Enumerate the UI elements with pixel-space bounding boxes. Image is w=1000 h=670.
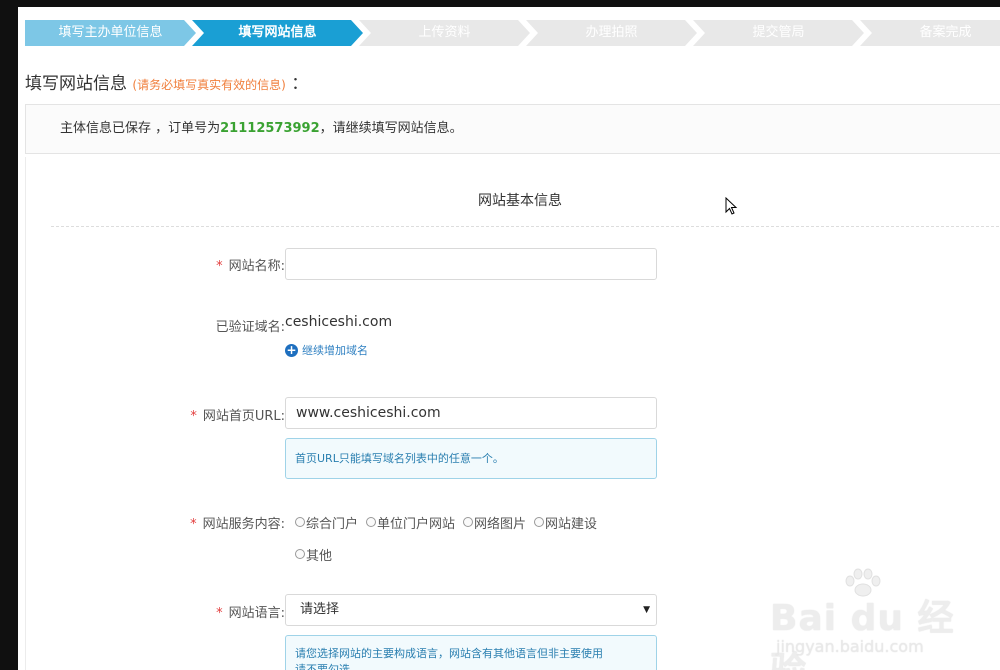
language-selected: 请选择 xyxy=(300,602,340,617)
service-content-label-text: 网站服务内容: xyxy=(202,517,285,532)
progress-steps: 填写主办单位信息 填写网站信息 上传资料 办理拍照 提交管局 备案完成 xyxy=(25,20,1000,46)
radio-circle-icon xyxy=(295,549,305,559)
page-title: 填写网站信息 (请务必填写真实有效的信息) ： xyxy=(25,69,308,94)
radio-circle-icon xyxy=(366,517,377,527)
radio-row: 其他 xyxy=(295,544,655,564)
step-6: 备案完成 xyxy=(860,20,1000,46)
page: 填写主办单位信息 填写网站信息 上传资料 办理拍照 提交管局 备案完成 填写网站… xyxy=(18,7,1000,670)
order-number: 21112573992 xyxy=(220,121,320,136)
plus-circle-icon: + xyxy=(285,342,298,357)
language-tip-line1: 请您选择网站的主要构成语言，网站含有其他语言但非主要使用 xyxy=(295,647,603,660)
radio-label: 网站建设 xyxy=(545,516,598,532)
radio-option-portal[interactable]: 综合门户 xyxy=(295,513,358,532)
site-name-label: * 网站名称: xyxy=(216,255,285,274)
step-3: 上传资料 xyxy=(359,20,530,46)
radio-circle-icon xyxy=(295,517,305,527)
window-frame-top xyxy=(0,0,1000,7)
language-tip: 请您选择网站的主要构成语言，网站含有其他语言但非主要使用 请不要勾选 xyxy=(285,635,657,670)
language-select[interactable]: 请选择 ▼ xyxy=(285,594,657,626)
required-mark: * xyxy=(190,409,197,424)
radio-circle-icon xyxy=(463,517,474,527)
site-name-label-text: 网站名称: xyxy=(228,259,285,274)
language-label: * 网站语言: xyxy=(216,602,285,621)
radio-label: 网络图片 xyxy=(474,516,527,532)
radio-label: 其他 xyxy=(306,548,333,564)
radio-option-images[interactable]: 网络图片 xyxy=(463,513,526,532)
section-divider xyxy=(51,226,1000,227)
step-1: 填写主办单位信息 xyxy=(25,20,196,46)
section-title: 网站基本信息 xyxy=(478,193,562,209)
homepage-url-label: * 网站首页URL: xyxy=(190,405,285,424)
page-title-text: 填写网站信息 xyxy=(25,74,127,94)
homepage-url-label-text: 网站首页URL: xyxy=(202,409,285,424)
add-domain-link[interactable]: + 继续增加域名 xyxy=(285,342,368,358)
radio-circle-icon xyxy=(534,517,545,527)
notice-prefix: 主体信息已保存 ，订单号为 xyxy=(60,121,221,136)
page-title-hint: (请务必填写真实有效的信息) xyxy=(132,78,286,92)
radio-option-unit-portal[interactable]: 单位门户网站 xyxy=(366,513,455,532)
homepage-url-input[interactable] xyxy=(285,397,657,429)
verified-domain-label: 已验证域名: xyxy=(215,320,285,335)
radio-option-site-building[interactable]: 网站建设 xyxy=(534,513,597,532)
save-notice: 主体信息已保存 ，订单号为21112573992，请继续填写网站信息。 xyxy=(25,104,1000,154)
language-tip-line2: 请不要勾选 xyxy=(295,663,350,670)
add-domain-label: 继续增加域名 xyxy=(302,344,368,357)
service-content-options: 综合门户 单位门户网站 网络图片 网站建设 其他 xyxy=(295,512,655,576)
caret-down-icon: ▼ xyxy=(643,605,650,615)
verified-domain-value: ceshiceshi.com xyxy=(285,314,393,330)
baidu-watermark: Bai du 经验 jingyan.baidu.com xyxy=(770,567,990,670)
required-mark: * xyxy=(190,517,197,532)
watermark-url: jingyan.baidu.com xyxy=(776,637,924,656)
window-frame-left xyxy=(0,0,18,670)
page-title-colon: ： xyxy=(291,74,309,94)
watermark-brand: Bai du 经验 xyxy=(770,598,955,670)
radio-option-other[interactable]: 其他 xyxy=(295,545,332,564)
radio-row: 综合门户 单位门户网站 网络图片 网站建设 xyxy=(295,512,655,532)
step-2: 填写网站信息 xyxy=(192,20,363,46)
service-content-label: * 网站服务内容: xyxy=(190,513,285,532)
notice-suffix: ，请继续填写网站信息。 xyxy=(319,121,463,136)
step-4: 办理拍照 xyxy=(526,20,697,46)
language-label-text: 网站语言: xyxy=(228,606,285,621)
required-mark: * xyxy=(216,259,223,274)
site-name-input[interactable] xyxy=(285,248,657,280)
homepage-url-tip: 首页URL只能填写域名列表中的任意一个。 xyxy=(285,438,657,479)
radio-label: 单位门户网站 xyxy=(377,516,456,532)
required-mark: * xyxy=(216,606,223,621)
step-5: 提交管局 xyxy=(693,20,864,46)
mouse-pointer-icon xyxy=(725,197,738,215)
radio-label: 综合门户 xyxy=(306,516,359,532)
